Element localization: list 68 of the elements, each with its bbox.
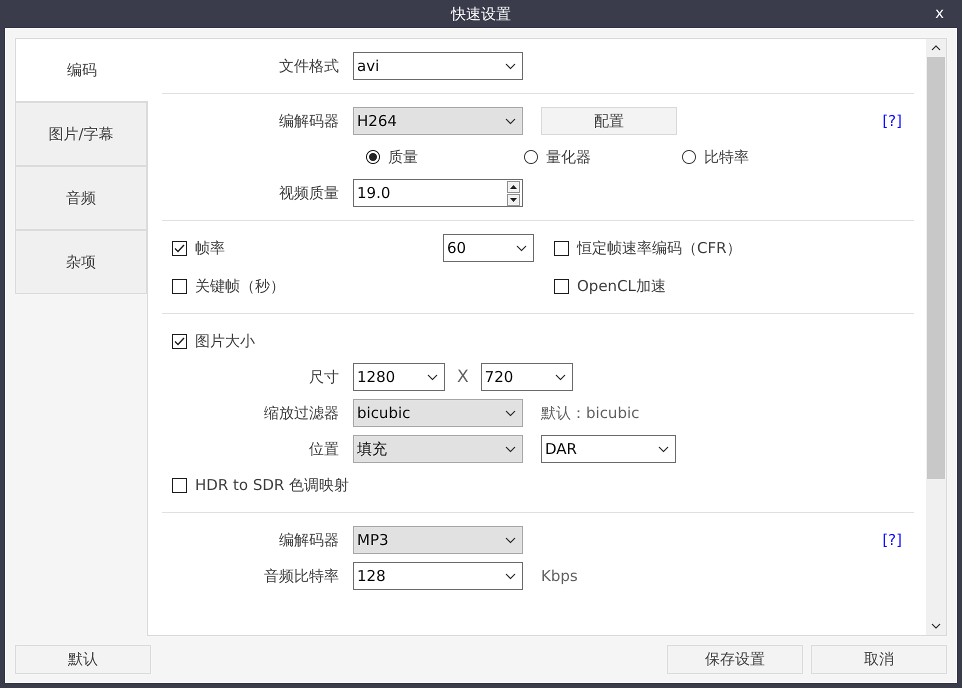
number-spinner[interactable]: 19.0 bbox=[353, 179, 523, 207]
checkbox-label: 恒定帧速率编码（CFR） bbox=[577, 238, 742, 258]
check-icon bbox=[174, 336, 185, 346]
dropdown[interactable]: 填充 bbox=[353, 435, 523, 463]
dialog-button[interactable]: 保存设置 bbox=[667, 645, 803, 674]
hint-text: 默认：bicubic bbox=[541, 404, 640, 422]
dropdown[interactable]: 60 bbox=[443, 234, 534, 262]
field-label: 缩放过滤器 bbox=[263, 404, 340, 422]
tab[interactable]: 图片/字幕 bbox=[15, 102, 147, 166]
radio-label: 比特率 bbox=[704, 148, 749, 166]
checkbox[interactable] bbox=[554, 278, 569, 294]
radio-button[interactable] bbox=[682, 150, 696, 164]
radio-button[interactable] bbox=[524, 150, 538, 164]
chevron-up-icon[interactable] bbox=[931, 45, 941, 51]
dialog-button[interactable]: 取消 bbox=[811, 645, 947, 674]
chevron-down-icon bbox=[505, 62, 516, 70]
times-sign: X bbox=[457, 367, 469, 387]
tab[interactable]: 音频 bbox=[15, 166, 147, 230]
close-button[interactable]: x bbox=[931, 4, 948, 22]
check-icon bbox=[174, 244, 185, 252]
help-link[interactable]: [?] bbox=[882, 531, 902, 549]
dropdown[interactable]: 720 bbox=[480, 363, 573, 391]
field-label: 音频比特率 bbox=[263, 566, 340, 586]
chevron-down-icon bbox=[427, 374, 438, 380]
radio-label: 量化器 bbox=[546, 148, 591, 166]
checkbox-label: 帧率 bbox=[195, 238, 225, 258]
dropdown[interactable]: H264 bbox=[353, 107, 523, 135]
tab[interactable]: 编码 bbox=[15, 38, 148, 102]
radio-button[interactable] bbox=[366, 150, 380, 164]
dropdown[interactable]: avi bbox=[353, 52, 523, 80]
checkbox[interactable] bbox=[172, 478, 187, 492]
chevron-down-icon bbox=[658, 446, 669, 452]
dropdown[interactable]: bicubic bbox=[353, 399, 523, 427]
field-label: 尺寸 bbox=[308, 368, 340, 386]
field-label: 编解码器 bbox=[278, 112, 340, 130]
default-button[interactable]: 默认 bbox=[15, 645, 151, 674]
field-label: 视频质量 bbox=[278, 184, 340, 202]
chevron-down-icon bbox=[516, 244, 527, 252]
checkbox[interactable] bbox=[554, 240, 569, 256]
chevron-down-icon bbox=[505, 536, 516, 544]
field-label: 文件格式 bbox=[278, 56, 340, 76]
chevron-down-icon bbox=[554, 374, 566, 380]
checkbox[interactable] bbox=[172, 240, 187, 256]
chevron-down-icon bbox=[505, 572, 516, 580]
dropdown[interactable]: 1280 bbox=[353, 363, 445, 391]
window-title: 快速设置 bbox=[451, 4, 511, 24]
checkbox-label: OpenCL加速 bbox=[577, 276, 666, 296]
checkbox-label: HDR to SDR 色调映射 bbox=[195, 476, 350, 494]
scrollbar-thumb[interactable] bbox=[927, 57, 945, 479]
checkbox[interactable] bbox=[172, 278, 187, 294]
dropdown[interactable]: MP3 bbox=[353, 526, 523, 554]
tab[interactable]: 杂项 bbox=[15, 230, 147, 294]
field-label: 编解码器 bbox=[278, 530, 340, 550]
help-link[interactable]: [?] bbox=[882, 112, 902, 130]
chevron-down-icon bbox=[505, 118, 516, 124]
dropdown[interactable]: 128 bbox=[353, 562, 523, 590]
hint-text: Kbps bbox=[541, 567, 578, 585]
chevron-down-icon bbox=[505, 410, 516, 416]
field-label: 位置 bbox=[308, 440, 340, 458]
chevron-down-icon[interactable] bbox=[931, 623, 941, 629]
dropdown[interactable]: DAR bbox=[541, 435, 676, 463]
checkbox-label: 关键帧（秒） bbox=[195, 276, 285, 296]
chevron-down-icon bbox=[505, 446, 516, 452]
checkbox-label: 图片大小 bbox=[195, 332, 255, 350]
scrollbar[interactable] bbox=[926, 39, 946, 635]
radio-label: 质量 bbox=[388, 148, 418, 166]
configure-button[interactable]: 配置 bbox=[541, 107, 677, 135]
checkbox[interactable] bbox=[172, 334, 187, 348]
